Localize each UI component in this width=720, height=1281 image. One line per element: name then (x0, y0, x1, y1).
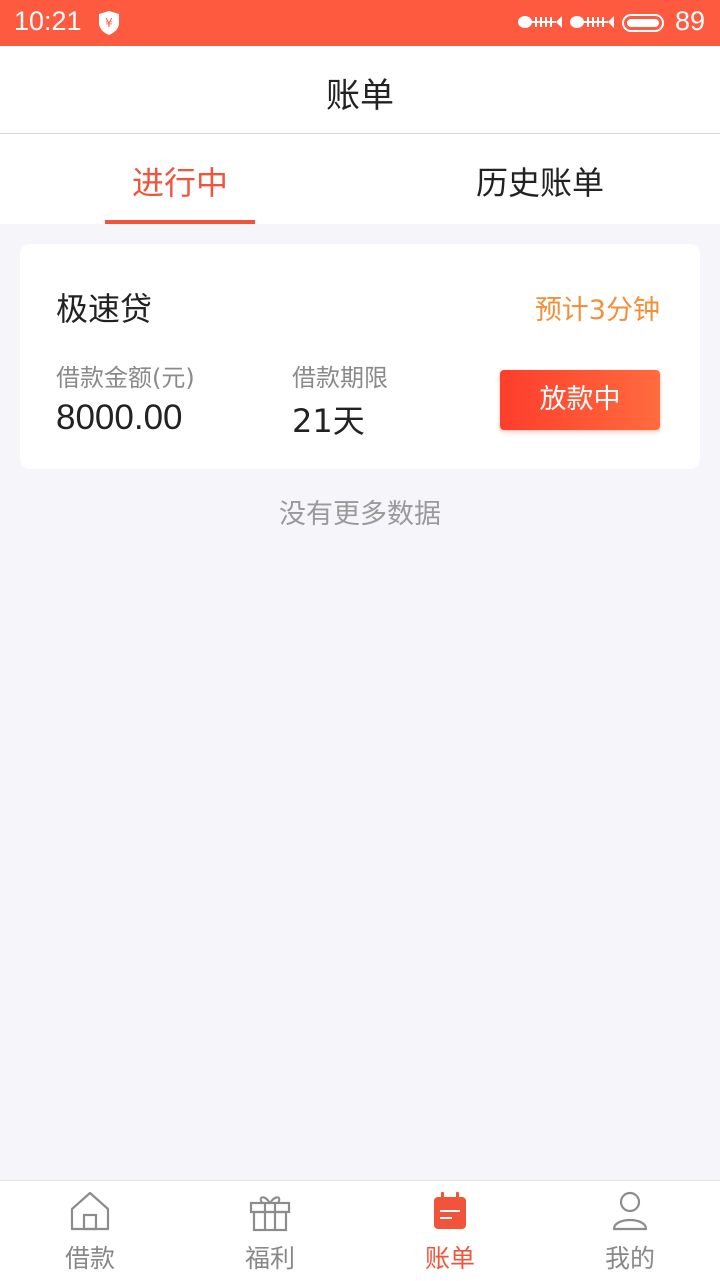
estimated-time: 预计3分钟 (534, 295, 660, 326)
nav-item-loan[interactable]: 借款 (0, 1181, 180, 1281)
active-tab-indicator (105, 220, 255, 224)
page-title: 账单 (326, 76, 394, 116)
nav-label-bills: 账单 (424, 1244, 475, 1273)
fish-notification-icon (570, 16, 614, 28)
shield-yuan-icon: ¥ (99, 11, 119, 35)
loan-amount-value: 8000.00 (56, 398, 183, 437)
nav-label-welfare: 福利 (244, 1244, 295, 1273)
battery-level: 89 (675, 6, 706, 36)
tab-in-progress[interactable]: 进行中 (0, 158, 360, 204)
battery-icon (622, 14, 664, 32)
user-icon (612, 1191, 648, 1231)
loan-amount-label: 借款金额(元) (56, 364, 195, 392)
svg-text:¥: ¥ (105, 16, 113, 30)
loan-term-value: 21天 (292, 402, 365, 440)
nav-label-mine: 我的 (604, 1244, 655, 1273)
gift-icon (249, 1196, 291, 1232)
product-name: 极速贷 (56, 290, 153, 328)
loan-term-label: 借款期限 (292, 364, 388, 392)
title-bar: 账单 (0, 46, 720, 134)
status-bar: 10:21 ¥ 89 (0, 0, 720, 46)
no-more-data-text: 没有更多数据 (279, 499, 441, 530)
bottom-nav: 借款 福利 账单 我的 (0, 1180, 720, 1281)
disbursing-status-button[interactable]: 放款中 (500, 370, 660, 430)
nav-item-bills[interactable]: 账单 (360, 1181, 540, 1281)
status-time: 10:21 (14, 6, 82, 36)
tab-bar: 进行中 历史账单 (0, 134, 720, 224)
bill-card[interactable]: 极速贷 预计3分钟 借款金额(元) 8000.00 借款期限 21天 放款中 (20, 244, 700, 469)
nav-label-loan: 借款 (64, 1244, 115, 1273)
nav-item-mine[interactable]: 我的 (540, 1181, 720, 1281)
nav-item-welfare[interactable]: 福利 (180, 1181, 360, 1281)
bill-icon (434, 1192, 466, 1229)
home-icon (70, 1191, 110, 1231)
tab-history-bills[interactable]: 历史账单 (360, 158, 720, 204)
fish-notification-icon (518, 16, 562, 28)
